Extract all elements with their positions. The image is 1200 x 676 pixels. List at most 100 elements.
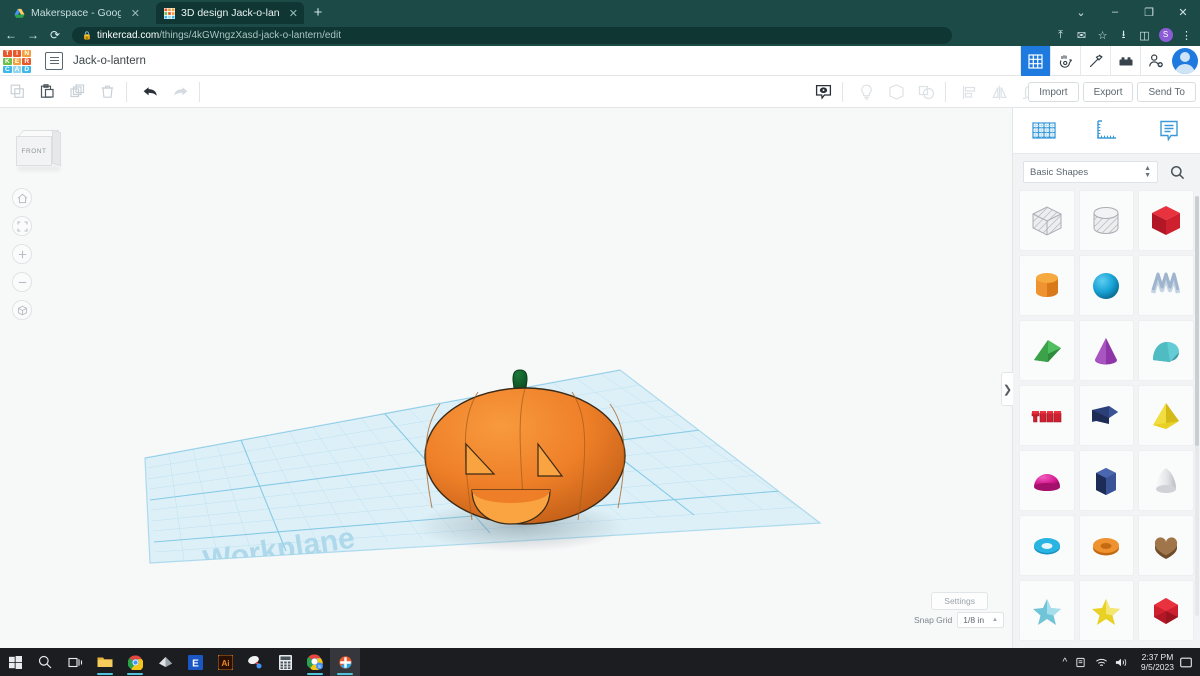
tinker-button[interactable] xyxy=(1050,46,1080,76)
align-button[interactable] xyxy=(956,79,982,105)
codeblocks-button[interactable] xyxy=(1080,46,1110,76)
volume-icon[interactable] xyxy=(1115,657,1135,668)
3d-canvas[interactable]: Workplane Settings Snap Grid 1/8 in ▲ xyxy=(0,108,1012,648)
shape-star-yellow[interactable] xyxy=(1078,580,1135,641)
shape-tube[interactable] xyxy=(1078,515,1135,576)
illustrator-button[interactable]: Ai xyxy=(210,648,240,676)
shape-polyhedron[interactable] xyxy=(1138,580,1194,641)
invite-button[interactable] xyxy=(1140,46,1170,76)
view-cube-front-face[interactable]: FRONT xyxy=(16,136,52,166)
note-button[interactable] xyxy=(810,79,836,105)
search-button[interactable] xyxy=(1164,160,1190,184)
fit-view-button[interactable] xyxy=(12,216,32,236)
shape-half-sphere[interactable] xyxy=(1019,450,1075,511)
close-icon[interactable]: ✕ xyxy=(127,7,140,20)
shapes-tab[interactable] xyxy=(1019,111,1069,151)
clock[interactable]: 2:37 PM 9/5/2023 xyxy=(1135,652,1180,672)
start-button[interactable] xyxy=(0,648,30,676)
chrome-secondary-button[interactable]: S xyxy=(300,648,330,676)
copy-button[interactable] xyxy=(4,79,30,105)
maximize-icon[interactable]: ❐ xyxy=(1132,6,1166,19)
shape-cylinder-hole[interactable] xyxy=(1078,190,1135,251)
inkscape-button[interactable] xyxy=(150,648,180,676)
shape-hexagonal-prism[interactable] xyxy=(1078,450,1135,511)
downloads-icon[interactable]: ⭳ xyxy=(1114,26,1133,45)
address-bar[interactable]: 🔒 tinkercad.com/things/4kGWngzXasd-jack-… xyxy=(72,26,952,44)
chrome-menu-icon[interactable]: ⋮ xyxy=(1177,29,1196,42)
shape-torus[interactable] xyxy=(1019,515,1075,576)
tinkercad-logo[interactable]: T I N K E R C A D xyxy=(3,49,31,73)
minimize-icon[interactable]: – xyxy=(1098,6,1132,18)
forward-button[interactable]: → xyxy=(22,28,44,42)
ungroup-button[interactable] xyxy=(913,79,939,105)
shape-paraboloid[interactable] xyxy=(1138,450,1194,511)
calculator-button[interactable] xyxy=(270,648,300,676)
shape-heart[interactable] xyxy=(1138,515,1194,576)
panel-scrollbar[interactable] xyxy=(1195,196,1199,616)
duplicate-button[interactable] xyxy=(64,79,90,105)
window-close-icon[interactable]: ✕ xyxy=(1166,6,1200,19)
epic-button[interactable]: E xyxy=(180,648,210,676)
back-button[interactable]: ← xyxy=(0,28,22,42)
redo-button[interactable] xyxy=(167,79,193,105)
view-cube-side-face[interactable] xyxy=(52,129,61,167)
ruler-tab[interactable] xyxy=(1081,111,1131,151)
shape-roof[interactable] xyxy=(1138,320,1194,381)
install-app-icon[interactable]: ⤒ xyxy=(1051,29,1070,42)
shape-category-select[interactable]: Basic Shapes ▲ ▼ xyxy=(1023,161,1158,183)
search-button[interactable] xyxy=(30,648,60,676)
user-avatar[interactable] xyxy=(1172,48,1198,74)
file-explorer-button[interactable] xyxy=(90,648,120,676)
ortho-toggle-button[interactable] xyxy=(12,300,32,320)
shape-cone[interactable] xyxy=(1078,320,1135,381)
blocks-button[interactable] xyxy=(1110,46,1140,76)
share-icon[interactable]: ✉ xyxy=(1072,29,1091,42)
shape-arrow[interactable] xyxy=(1078,385,1135,446)
task-view-button[interactable] xyxy=(60,648,90,676)
notes-tab[interactable] xyxy=(1144,111,1194,151)
shape-box[interactable] xyxy=(1138,190,1194,251)
export-button[interactable]: Export xyxy=(1082,82,1134,102)
paint-button[interactable] xyxy=(240,648,270,676)
group-button[interactable] xyxy=(883,79,909,105)
mirror-button[interactable] xyxy=(986,79,1012,105)
document-list-icon[interactable] xyxy=(45,51,63,70)
reload-button[interactable]: ⟳ xyxy=(44,28,66,42)
shape-star-blue[interactable] xyxy=(1019,580,1075,641)
shape-pyramid[interactable] xyxy=(1138,385,1194,446)
shape-box-hole[interactable] xyxy=(1019,190,1075,251)
notification-icon[interactable] xyxy=(1180,657,1200,668)
zoom-out-button[interactable] xyxy=(12,272,32,292)
shape-cylinder[interactable] xyxy=(1019,255,1075,316)
shape-sphere[interactable] xyxy=(1078,255,1135,316)
home-view-button[interactable] xyxy=(12,188,32,208)
close-icon[interactable]: ✕ xyxy=(285,7,298,20)
paste-button[interactable] xyxy=(34,79,60,105)
light-button[interactable] xyxy=(853,79,879,105)
profile-avatar-icon[interactable]: S xyxy=(1156,28,1175,42)
new-tab-button[interactable]: + xyxy=(308,4,328,22)
settings-button[interactable]: Settings xyxy=(931,592,988,610)
chevron-down-icon[interactable]: ⌄ xyxy=(1064,6,1098,19)
import-button[interactable]: Import xyxy=(1028,82,1079,102)
device-icon[interactable] xyxy=(1075,657,1095,668)
delete-button[interactable] xyxy=(94,79,120,105)
browser-tab-0[interactable]: Makerspace - Google Drive ✕ xyxy=(6,2,146,24)
shape-wedge[interactable] xyxy=(1019,320,1075,381)
side-panel-icon[interactable]: ◫ xyxy=(1135,29,1154,42)
shape-scribble[interactable] xyxy=(1138,255,1194,316)
send-to-button[interactable]: Send To xyxy=(1137,82,1196,102)
chrome-button[interactable] xyxy=(120,648,150,676)
browser-tab-1[interactable]: 3D design Jack-o-lantern | Tinker ✕ xyxy=(156,2,304,24)
designs-grid-button[interactable] xyxy=(1020,46,1050,76)
undo-button[interactable] xyxy=(137,79,163,105)
wifi-icon[interactable] xyxy=(1095,657,1115,668)
zoom-in-button[interactable] xyxy=(12,244,32,264)
tinkercad-app-button[interactable] xyxy=(330,648,360,676)
view-cube[interactable]: FRONT xyxy=(14,129,62,172)
chevron-up-icon[interactable]: ^ xyxy=(1055,657,1075,668)
snap-grid-select[interactable]: 1/8 in ▲ xyxy=(957,612,1004,628)
shape-text[interactable] xyxy=(1019,385,1075,446)
collapse-panel-button[interactable]: ❯ xyxy=(1001,372,1013,406)
bookmark-star-icon[interactable]: ☆ xyxy=(1093,29,1112,42)
